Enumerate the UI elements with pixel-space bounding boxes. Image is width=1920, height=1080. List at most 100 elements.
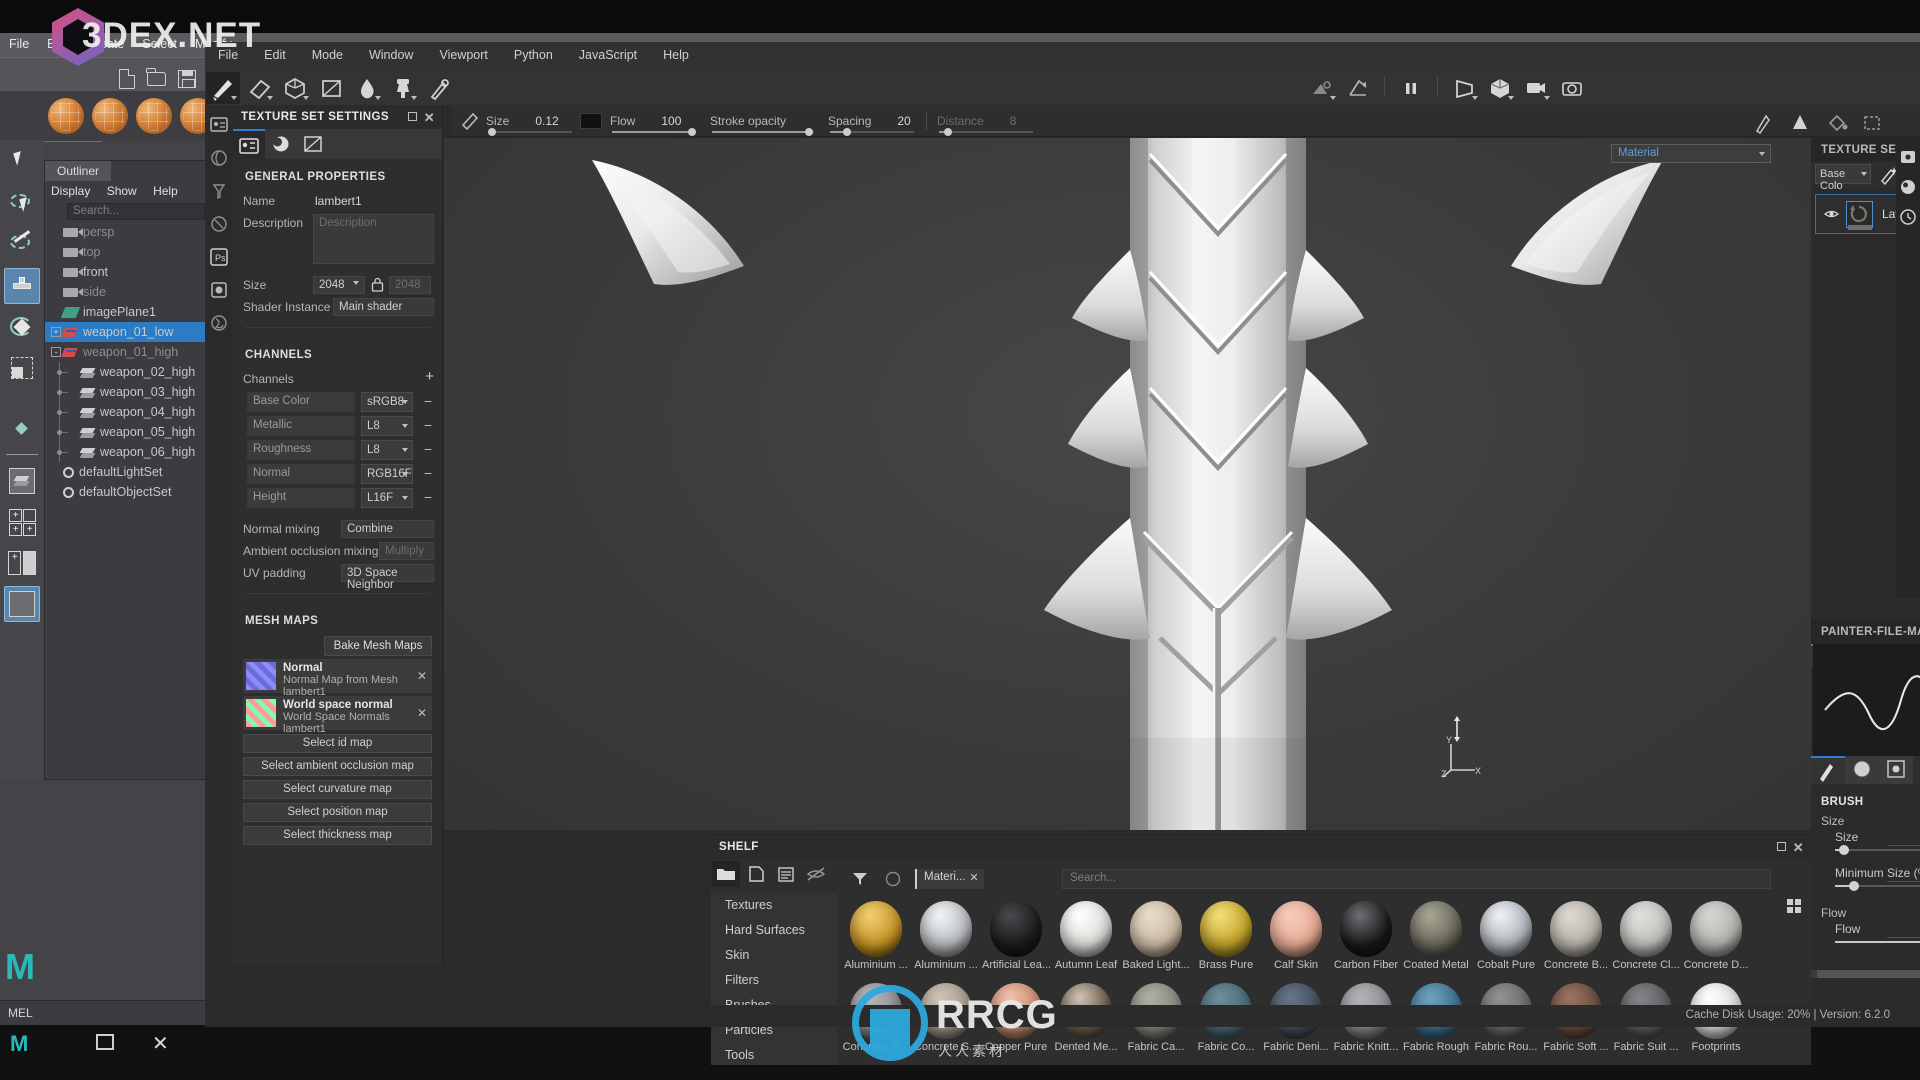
photoshop-export-rail-icon[interactable]: Ps <box>207 244 231 270</box>
select-map-button-select-ambient-occlusion-map[interactable]: Select ambient occlusion map <box>243 757 432 776</box>
paint-brush-tool-icon[interactable] <box>206 72 240 104</box>
property-row-size[interactable]: Size0.12 <box>1835 830 1920 864</box>
maya-shelf-poly-cylinder[interactable] <box>136 98 172 134</box>
paint-select-tool-icon[interactable] <box>4 227 40 263</box>
clear-mesh-map-icon[interactable]: ✕ <box>417 669 427 683</box>
shelf-material-cell[interactable]: Aluminium ... <box>912 899 980 981</box>
rotate-tool-icon[interactable] <box>4 309 40 345</box>
outliner-menu-show[interactable]: Show <box>107 184 137 198</box>
remove-channel-icon[interactable]: − <box>424 394 432 408</box>
iray-render-rail-icon[interactable] <box>207 277 231 303</box>
maya-menu-create[interactable]: Create <box>78 33 134 55</box>
size-combo[interactable]: 2048 <box>313 276 365 294</box>
shelf-material-cell[interactable]: Cobalt Pure <box>1472 899 1540 981</box>
clone-tool-icon[interactable] <box>386 72 420 104</box>
shelf-search-input[interactable]: Search... <box>1062 869 1771 889</box>
painter-tool-bar[interactable] <box>205 70 1920 105</box>
description-input[interactable]: Description <box>313 214 434 264</box>
properties-tabs[interactable] <box>1811 756 1920 784</box>
channel-format-combo[interactable]: L8 <box>361 440 413 460</box>
maya-menu-file[interactable]: File <box>0 33 38 55</box>
brush-option-flow[interactable]: Flow 100 <box>604 105 704 137</box>
uv-projection-icon[interactable] <box>1341 72 1375 104</box>
material-settings-icon[interactable] <box>1898 176 1918 198</box>
outliner-item-defaultObjectSet[interactable]: defaultObjectSet <box>45 482 209 502</box>
channel-row-height[interactable]: Height L16F − <box>247 488 432 510</box>
maximize-icon[interactable] <box>408 112 417 121</box>
material-type-icon[interactable] <box>885 871 901 890</box>
taskbar-close-icon[interactable]: ✕ <box>152 1031 169 1056</box>
two-pane-layout-icon[interactable]: + <box>4 545 40 581</box>
outliner-item-top[interactable]: top <box>45 242 209 262</box>
bake-mode-icon[interactable] <box>1305 72 1339 104</box>
shelf-material-cell[interactable]: Brass Pure <box>1192 899 1260 981</box>
outliner-item-weapon_06_high[interactable]: weapon_06_high <box>45 442 209 462</box>
outliner-item-side[interactable]: side <box>45 282 209 302</box>
shelf-material-cell[interactable]: Autumn Leaf <box>1052 899 1120 981</box>
channel-format-combo[interactable]: L16F <box>361 488 413 508</box>
camera-icon[interactable] <box>1519 72 1553 104</box>
painter-menu-edit[interactable]: Edit <box>251 42 299 68</box>
smudge-tool-icon[interactable] <box>350 72 384 104</box>
outliner-menu-bar[interactable]: Display Show Help <box>45 181 209 201</box>
close-icon[interactable]: ✕ <box>424 110 435 126</box>
clear-mesh-map-icon[interactable]: ✕ <box>417 706 427 720</box>
pause-engine-icon[interactable] <box>1394 72 1428 104</box>
remove-channel-icon[interactable]: − <box>424 490 432 504</box>
property-slider[interactable] <box>1835 881 1920 891</box>
new-resource-icon[interactable] <box>742 861 770 887</box>
outliner-expander[interactable]: - <box>51 347 61 357</box>
shelf-close-icon[interactable]: ✕ <box>1793 840 1804 856</box>
shelf-material-cell[interactable]: Artificial Lea... <box>982 899 1050 981</box>
painter-3d-viewport[interactable]: Material Y X Z <box>444 138 1811 830</box>
open-folder-icon[interactable] <box>712 861 740 887</box>
material-picker-tool-icon[interactable] <box>422 72 456 104</box>
shelf-material-cell[interactable]: Concrete B... <box>1542 899 1610 981</box>
properties-tab-bar[interactable]: PAINTER-FILE-MANA... PROPERTIES - PA... … <box>1811 620 1920 668</box>
painter-menu-help[interactable]: Help <box>650 42 702 68</box>
maya-menu-select[interactable]: Select <box>133 33 186 55</box>
shelf-material-cell[interactable]: Concrete D... <box>1682 899 1750 981</box>
shelf-filter-chip[interactable]: Materi... ✕ <box>915 869 984 889</box>
close-icon[interactable]: ✕ <box>969 871 978 884</box>
shelf-material-cell[interactable]: Carbon Fiber <box>1332 899 1400 981</box>
maya-shelf-poly-sphere[interactable] <box>92 98 128 134</box>
shelf-material-grid[interactable]: Aluminium ... Aluminium ... Artificial Lea… <box>837 893 1811 1065</box>
universal-manipulator-icon[interactable] <box>4 410 40 446</box>
outliner-item-persp[interactable]: persp <box>45 222 209 242</box>
texture-set-settings-tab[interactable] <box>233 129 265 159</box>
channel-format-combo[interactable]: RGB16F <box>361 464 413 484</box>
shader-instance-combo[interactable]: Main shader <box>333 298 434 316</box>
select-map-button-select-curvature-map[interactable]: Select curvature map <box>243 780 432 799</box>
remove-channel-icon[interactable]: − <box>424 466 432 480</box>
maya-new-scene-button[interactable] <box>114 66 140 92</box>
layer-properties-icon[interactable] <box>1898 146 1918 168</box>
outliner-item-weapon_01_low[interactable]: + weapon_01_low <box>45 322 209 342</box>
painter-menu-mode[interactable]: Mode <box>299 42 356 68</box>
remove-channel-icon[interactable]: − <box>424 418 432 432</box>
outliner-tree[interactable]: persp top front side imagePlane1 + weapon_01_l… <box>45 222 209 502</box>
layer-visibility-icon[interactable] <box>1824 208 1839 218</box>
property-row-flow[interactable]: Flow100 <box>1835 922 1920 945</box>
fill-tool-icon[interactable] <box>1819 107 1853 139</box>
brush-option-stroke-opacity[interactable]: Stroke opacity100 <box>704 105 822 160</box>
scale-tool-icon[interactable] <box>4 350 40 386</box>
channels-list[interactable]: Base Color sRGB8− Metallic L8− Roughness L8− N… <box>233 392 442 510</box>
outliner-item-weapon_04_high[interactable]: weapon_04_high <box>45 402 209 422</box>
brush-option-spacing[interactable]: Spacing 20 <box>822 105 922 137</box>
properties-hscrollbar[interactable] <box>1811 970 1920 978</box>
outliner-item-weapon_03_high[interactable]: weapon_03_high <box>45 382 209 402</box>
layers-right-rail[interactable] <box>1896 138 1920 598</box>
shelf-category-textures[interactable]: Textures <box>711 893 837 918</box>
painter-file-manager-tab[interactable]: PAINTER-FILE-MANA... <box>1811 620 1920 644</box>
projection-tool-icon[interactable] <box>278 72 312 104</box>
shelf-category-skin[interactable]: Skin <box>711 943 837 968</box>
channel-format-combo[interactable]: sRGB8 <box>361 392 413 412</box>
shelf-category-filters[interactable]: Filters <box>711 968 837 993</box>
brush-options-bar[interactable]: Size0.12 Flow100Stroke opacity100Spacing2… <box>450 105 1920 160</box>
outliner-item-front[interactable]: front <box>45 262 209 282</box>
painter-menu-javascript[interactable]: JavaScript <box>566 42 650 68</box>
shelf-material-cell[interactable]: Aluminium ... <box>842 899 910 981</box>
shelf-rail-icon[interactable] <box>207 145 231 171</box>
symmetry-icon[interactable] <box>1747 107 1781 139</box>
